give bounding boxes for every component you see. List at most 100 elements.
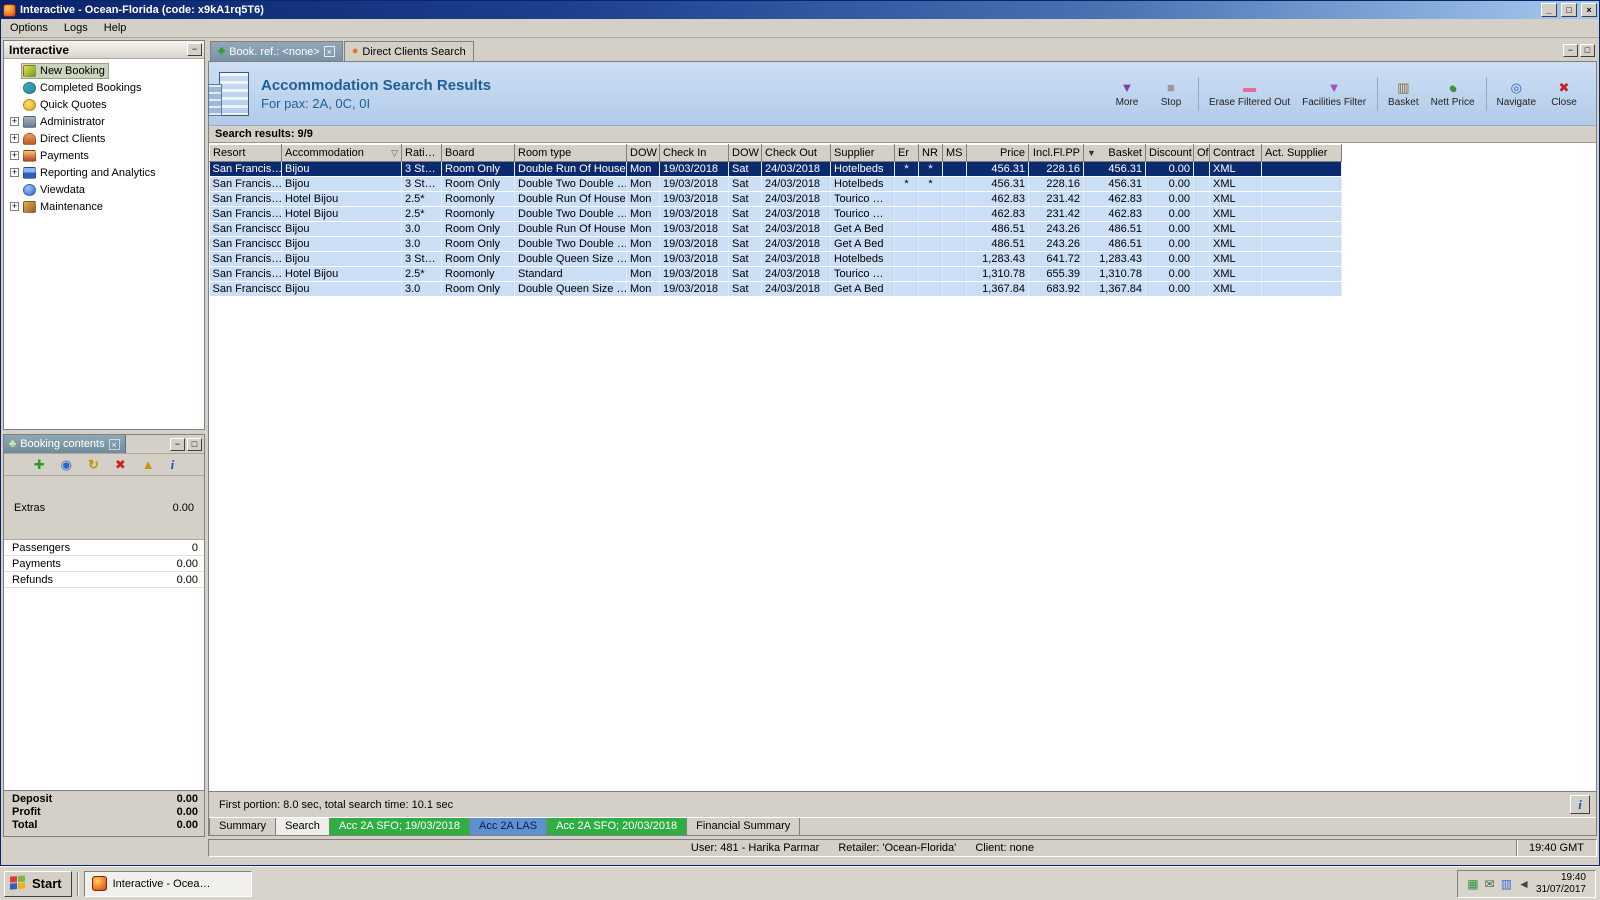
sidebar-item[interactable]: + Maintenance — [7, 198, 204, 215]
sidebar-item[interactable]: New Booking — [7, 62, 204, 79]
header-tool-button[interactable]: Erase Filtered Out — [1197, 76, 1296, 111]
column-header[interactable]: Board — [441, 144, 515, 162]
header-tool-button[interactable]: Facilities Filter — [1296, 77, 1372, 111]
results-header: Accommodation Search Results For pax: 2A… — [208, 62, 1596, 126]
column-header[interactable]: Check Out — [761, 144, 831, 162]
booking-panel-minimize-button[interactable]: − — [170, 437, 185, 451]
bottom-tab[interactable]: Search — [276, 818, 330, 835]
booking-panel-close-icon[interactable]: × — [108, 438, 120, 450]
tool-label: Basket — [1388, 96, 1419, 108]
tray-icon[interactable] — [1501, 878, 1512, 890]
result-row[interactable]: San Francis… Bijou 3 St… Room Only Doubl… — [209, 251, 1342, 267]
column-header[interactable]: Price — [966, 144, 1029, 162]
sidebar-item-label: Payments — [40, 149, 89, 162]
workspace-restore-button[interactable]: □ — [1580, 44, 1595, 57]
sidebar-item[interactable]: + Administrator — [7, 113, 204, 130]
sidebar-item[interactable]: + Reporting and Analytics — [7, 164, 204, 181]
sidebar-item[interactable]: Viewdata — [7, 181, 204, 198]
tray-icon[interactable] — [1518, 878, 1530, 890]
column-header[interactable]: Discount — [1145, 144, 1194, 162]
booking-toolbar-icon[interactable] — [171, 458, 175, 471]
result-row[interactable]: San Francis… Bijou 3 St… Room Only Doubl… — [209, 176, 1342, 192]
result-row[interactable]: San Francisco Bijou 3.0 Room Only Double… — [209, 281, 1342, 297]
column-header-label: Room type — [518, 147, 572, 159]
column-header[interactable]: Basket — [1083, 144, 1146, 162]
panel-collapse-button[interactable]: − — [187, 43, 202, 56]
close-button[interactable]: × — [1581, 3, 1597, 17]
result-row[interactable]: San Francis… Hotel Bijou 2.5* Roomonly S… — [209, 266, 1342, 282]
column-header[interactable]: DOW — [626, 144, 660, 162]
start-button[interactable]: Start — [4, 870, 72, 897]
menu-item[interactable]: Help — [96, 19, 135, 37]
header-tool-button[interactable]: Basket — [1377, 76, 1425, 111]
column-header[interactable]: Room type — [514, 144, 627, 162]
sidebar-item[interactable]: Quick Quotes — [7, 96, 204, 113]
menu-item[interactable]: Options — [2, 19, 56, 37]
booking-toolbar-icon[interactable] — [88, 458, 99, 471]
booking-row[interactable]: Refunds 0.00 — [4, 572, 204, 588]
expand-toggle-icon[interactable]: + — [10, 134, 19, 143]
tab-close-icon[interactable]: × — [323, 46, 335, 57]
bottom-tab-label: Search — [285, 820, 320, 832]
column-header[interactable]: Contract — [1209, 144, 1262, 162]
bottom-tab[interactable]: Summary — [209, 818, 277, 835]
bottom-tab[interactable]: Acc 2A SFO; 20/03/2018 — [547, 818, 688, 835]
expand-toggle-icon[interactable]: + — [10, 168, 19, 177]
column-header[interactable]: Of — [1193, 144, 1210, 162]
tray-icon[interactable] — [1467, 878, 1478, 890]
panel-title: Interactive — [9, 42, 70, 57]
expand-toggle-icon[interactable]: + — [10, 151, 19, 160]
menu-item[interactable]: Logs — [56, 19, 96, 37]
result-row[interactable]: San Francisco Bijou 3.0 Room Only Double… — [209, 221, 1342, 237]
column-header[interactable]: Resort — [209, 144, 282, 162]
column-header[interactable]: Act. Supplier — [1261, 144, 1342, 162]
column-header[interactable]: Er — [894, 144, 919, 162]
expand-toggle-icon[interactable]: + — [10, 202, 19, 211]
column-header[interactable]: Supplier — [830, 144, 895, 162]
sidebar-item[interactable]: + Payments — [7, 147, 204, 164]
booking-row[interactable]: Extras 0.00 — [4, 476, 204, 540]
booking-toolbar-icon[interactable] — [61, 458, 72, 471]
pax-subtitle: For pax: 2A, 0C, 0I — [261, 95, 371, 111]
header-tool-button[interactable]: Navigate — [1485, 76, 1542, 111]
header-tool-button[interactable]: Nett Price — [1425, 77, 1481, 111]
tab-icon — [218, 46, 225, 57]
column-header[interactable]: Rati… — [401, 144, 442, 162]
minimize-button[interactable]: _ — [1541, 3, 1557, 17]
bottom-tab[interactable]: Acc 2A LAS — [470, 818, 548, 835]
column-header[interactable]: Accommodation — [281, 144, 402, 162]
result-row[interactable]: San Francis… Hotel Bijou 2.5* Roomonly D… — [209, 206, 1342, 222]
column-header[interactable]: Check In — [659, 144, 729, 162]
header-tool-button[interactable]: Stop — [1149, 77, 1193, 111]
result-row[interactable]: San Francis… Hotel Bijou 2.5* Roomonly D… — [209, 191, 1342, 207]
header-tool-button[interactable]: Close — [1542, 77, 1586, 111]
header-tool-button[interactable]: More — [1105, 77, 1149, 111]
sidebar-item[interactable]: Completed Bookings — [7, 79, 204, 96]
bottom-tab[interactable]: Financial Summary — [687, 818, 801, 835]
booking-row[interactable]: Passengers 0 — [4, 540, 204, 556]
workspace-minimize-button[interactable]: − — [1563, 44, 1578, 57]
info-button[interactable]: i — [1570, 795, 1590, 814]
booking-toolbar-icon[interactable] — [142, 458, 155, 471]
expand-toggle-icon[interactable]: + — [10, 117, 19, 126]
booking-toolbar-icon[interactable] — [115, 458, 126, 471]
total-label: Deposit — [12, 793, 53, 805]
tray-icon[interactable] — [1485, 878, 1495, 890]
booking-row[interactable]: Payments 0.00 — [4, 556, 204, 572]
maximize-button[interactable]: □ — [1561, 3, 1577, 17]
result-row[interactable]: San Francisco Bijou 3.0 Room Only Double… — [209, 236, 1342, 252]
bottom-tab[interactable]: Acc 2A SFO; 19/03/2018 — [329, 818, 470, 835]
column-header[interactable]: DOW — [728, 144, 762, 162]
taskbar-task-button[interactable]: Interactive - Ocea… — [83, 870, 252, 897]
document-tab[interactable]: Direct Clients Search × — [343, 41, 474, 61]
column-header[interactable]: MS — [942, 144, 967, 162]
booking-toolbar-icon[interactable] — [34, 458, 45, 471]
sidebar-item[interactable]: + Direct Clients — [7, 130, 204, 147]
result-row[interactable]: San Francis… Bijou 3 St… Room Only Doubl… — [209, 161, 1342, 177]
window-body: Interactive − New Booking Completed Book… — [1, 38, 1599, 865]
column-header[interactable]: Incl.Fl.PP — [1028, 144, 1084, 162]
document-tab[interactable]: Book. ref.: <none> × — [210, 41, 343, 61]
column-header[interactable]: NR — [918, 144, 943, 162]
booking-panel-restore-button[interactable]: □ — [187, 437, 202, 451]
booking-panel-tab[interactable]: Booking contents × — [4, 435, 126, 453]
